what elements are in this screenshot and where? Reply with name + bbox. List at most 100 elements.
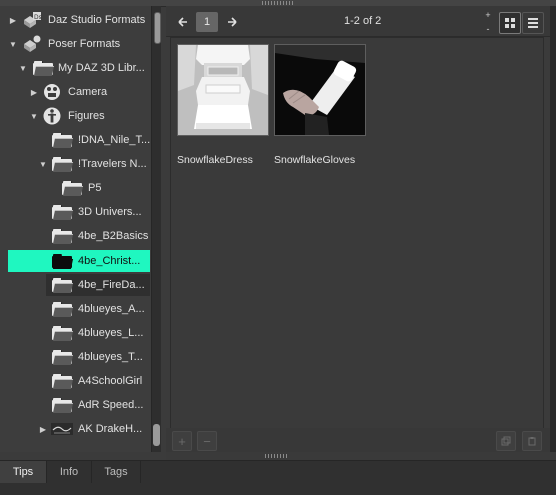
tree-item-p5[interactable]: P5	[0, 177, 151, 199]
next-page-button[interactable]	[222, 12, 242, 32]
content-view: 1 1-2 of 2 + - SnowflakeDress SnowflakeG…	[166, 6, 550, 452]
remove-button[interactable]: −	[197, 431, 217, 451]
tree-item-label: 4blueyes_T...	[78, 351, 143, 363]
folder-icon	[52, 133, 74, 148]
folder-icon	[62, 181, 84, 196]
folder-icon	[52, 157, 74, 172]
tree-item-my-daz-3d-library[interactable]: ▼ My DAZ 3D Libr...	[0, 57, 151, 79]
page-number[interactable]: 1	[196, 12, 218, 32]
item-count: 1-2 of 2	[344, 15, 382, 27]
tree-item-label: !Travelers N...	[78, 158, 147, 170]
content-toolbar: 1 1-2 of 2 + -	[166, 6, 550, 37]
list-view-button[interactable]	[522, 12, 544, 34]
tree-item-label: AK DrakeH...	[78, 423, 143, 435]
tree-item-adr-speed[interactable]: AdR Speed...	[0, 394, 151, 416]
tree-item-label: Poser Formats	[48, 38, 121, 50]
list-icon	[528, 18, 538, 28]
paste-icon[interactable]	[522, 431, 542, 451]
scrollbar-thumb[interactable]	[154, 12, 161, 44]
asset-tile-snowflake-dress[interactable]: SnowflakeDress	[177, 44, 269, 166]
right-panel-edge	[550, 6, 556, 452]
tree-item-dna-nile[interactable]: !DNA_Nile_T...	[0, 129, 151, 151]
folder-icon	[52, 398, 74, 413]
tree-item-label: Daz Studio Formats	[48, 14, 146, 26]
camera-icon	[42, 83, 62, 101]
asset-name: SnowflakeGloves	[274, 154, 356, 166]
tree-item-4blueyes-l[interactable]: 4blueyes_L...	[0, 322, 151, 344]
tree-item-4blueyes-a[interactable]: 4blueyes_A...	[0, 298, 151, 320]
folder-icon	[52, 254, 74, 269]
tree-item-label: 4blueyes_A...	[78, 303, 145, 315]
thumbnail-size-control[interactable]: + -	[483, 10, 493, 34]
collapse-arrow-icon[interactable]: ▼	[39, 160, 47, 169]
content-bottom-bar: + −	[166, 428, 550, 452]
snowflake-gloves-thumbnail[interactable]	[274, 44, 366, 136]
scrollbar-handle[interactable]	[153, 424, 160, 446]
folder-icon	[52, 278, 74, 293]
folder-icon	[52, 229, 74, 244]
size-down-icon[interactable]: -	[487, 24, 490, 34]
tree-item-3d-universe[interactable]: 3D Univers...	[0, 201, 151, 223]
folder-icon	[52, 350, 74, 365]
poser-formats-icon	[21, 35, 41, 53]
folder-icon	[33, 61, 55, 76]
arrow-right-icon	[228, 17, 237, 27]
grid-icon	[505, 18, 515, 28]
prev-page-button[interactable]	[173, 12, 193, 32]
bottom-tabs: Tips Info Tags	[0, 460, 556, 495]
tree-item-label: Figures	[68, 110, 105, 122]
folder-icon	[52, 205, 74, 220]
tree-item-label: P5	[88, 182, 102, 194]
asset-tile-snowflake-gloves[interactable]: SnowflakeGloves	[274, 44, 366, 166]
tree-item-travelers[interactable]: ▼ !Travelers N...	[0, 153, 151, 175]
asset-grid: SnowflakeDress SnowflakeGloves	[170, 37, 544, 429]
tree-item-camera[interactable]: ▶ Camera	[0, 81, 151, 103]
grid-view-button[interactable]	[499, 12, 521, 34]
tree-item-figures[interactable]: ▼ Figures	[0, 105, 151, 127]
tree-item-a4schoolgirl[interactable]: A4SchoolGirl	[0, 370, 151, 392]
add-button[interactable]: +	[172, 431, 192, 451]
tree-scrollbar[interactable]	[151, 6, 161, 452]
splitter-grip-icon	[262, 1, 294, 5]
collapse-arrow-icon[interactable]: ▼	[30, 112, 38, 121]
tree-item-label: !DNA_Nile_T...	[78, 134, 151, 146]
svg-text:Ds: Ds	[34, 14, 42, 21]
tree-item-label: 4blueyes_L...	[78, 327, 144, 339]
expand-arrow-icon[interactable]: ▶	[9, 16, 17, 25]
tree-item-label: 3D Univers...	[78, 206, 142, 218]
folder-icon	[52, 302, 74, 317]
tab-tags[interactable]: Tags	[92, 461, 141, 483]
collapse-arrow-icon[interactable]: ▼	[9, 40, 17, 49]
tree-item-label: 4be_B2Basics	[78, 230, 149, 242]
splitter-grip-icon	[265, 454, 287, 458]
tree-item-4be-christ-selected[interactable]: 4be_Christ...	[8, 250, 150, 272]
tab-tips[interactable]: Tips	[0, 461, 47, 483]
tab-info[interactable]: Info	[47, 461, 92, 483]
tree-item-label: AdR Speed...	[78, 399, 144, 411]
tree-item-label: A4SchoolGirl	[78, 375, 143, 387]
tree-item-4be-fireda[interactable]: 4be_FireDa...	[46, 274, 150, 296]
collapse-arrow-icon[interactable]: ▼	[19, 64, 27, 73]
figure-icon	[42, 107, 62, 125]
expand-arrow-icon[interactable]: ▶	[39, 425, 47, 434]
tree-item-daz-studio-formats[interactable]: ▶ Ds Daz Studio Formats	[0, 9, 151, 31]
tree-item-label: My DAZ 3D Libr...	[58, 62, 145, 74]
ak-drake-thumbnail-icon	[50, 420, 74, 438]
content-library-tree: ▶ Ds Daz Studio Formats ▼ Poser Formats …	[0, 6, 151, 452]
tree-item-4be-b2basics[interactable]: 4be_B2Basics	[0, 225, 151, 247]
size-up-icon[interactable]: +	[485, 10, 490, 20]
tree-item-label: Camera	[68, 86, 108, 98]
folder-icon	[52, 326, 74, 341]
tree-item-label: 4be_FireDa...	[78, 279, 145, 291]
arrow-left-icon	[178, 17, 187, 27]
tree-item-label: 4be_Christ...	[78, 255, 141, 267]
expand-arrow-icon[interactable]: ▶	[30, 88, 38, 97]
asset-name: SnowflakeDress	[177, 154, 253, 166]
tree-item-4blueyes-t[interactable]: 4blueyes_T...	[0, 346, 151, 368]
copy-icon[interactable]	[496, 431, 516, 451]
bottom-splitter[interactable]	[166, 452, 550, 460]
daz-studio-formats-icon: Ds	[21, 11, 42, 29]
snowflake-dress-thumbnail[interactable]	[177, 44, 269, 136]
tree-item-poser-formats[interactable]: ▼ Poser Formats	[0, 33, 151, 55]
tree-item-ak-drake[interactable]: ▶ AK DrakeH...	[0, 418, 151, 440]
